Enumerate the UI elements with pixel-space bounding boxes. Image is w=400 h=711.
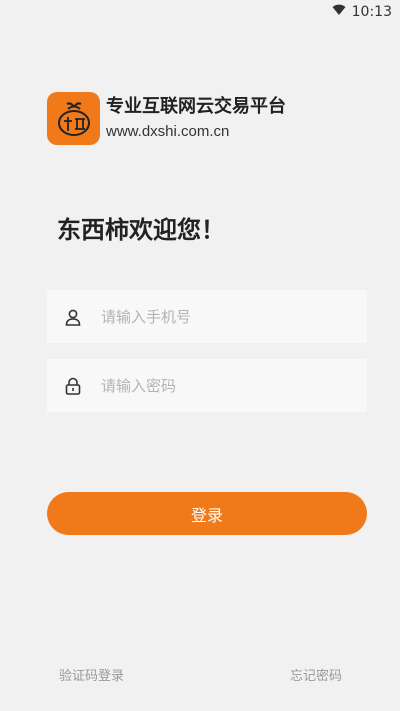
persimmon-logo-icon [47, 92, 100, 145]
status-time: 10:13 [351, 4, 392, 20]
forgot-password-link[interactable]: 忘记密码 [290, 665, 342, 684]
brand-header: 专业互联网云交易平台 www.dxshi.com.cn [47, 92, 286, 145]
lock-icon [63, 376, 83, 396]
login-button[interactable]: 登录 [47, 492, 367, 535]
user-icon [63, 307, 83, 327]
password-field[interactable] [47, 359, 367, 412]
status-bar: 10:13 [0, 0, 400, 24]
welcome-title: 东西柿欢迎您！ [57, 216, 225, 244]
brand-site-url: www.dxshi.com.cn [106, 122, 230, 140]
wifi-icon [332, 4, 346, 20]
sms-login-link[interactable]: 验证码登录 [59, 665, 124, 684]
password-input[interactable] [99, 375, 343, 396]
brand-slogan: 专业互联网云交易平台 [106, 95, 286, 117]
phone-field[interactable] [47, 290, 367, 343]
phone-input[interactable] [99, 306, 343, 327]
